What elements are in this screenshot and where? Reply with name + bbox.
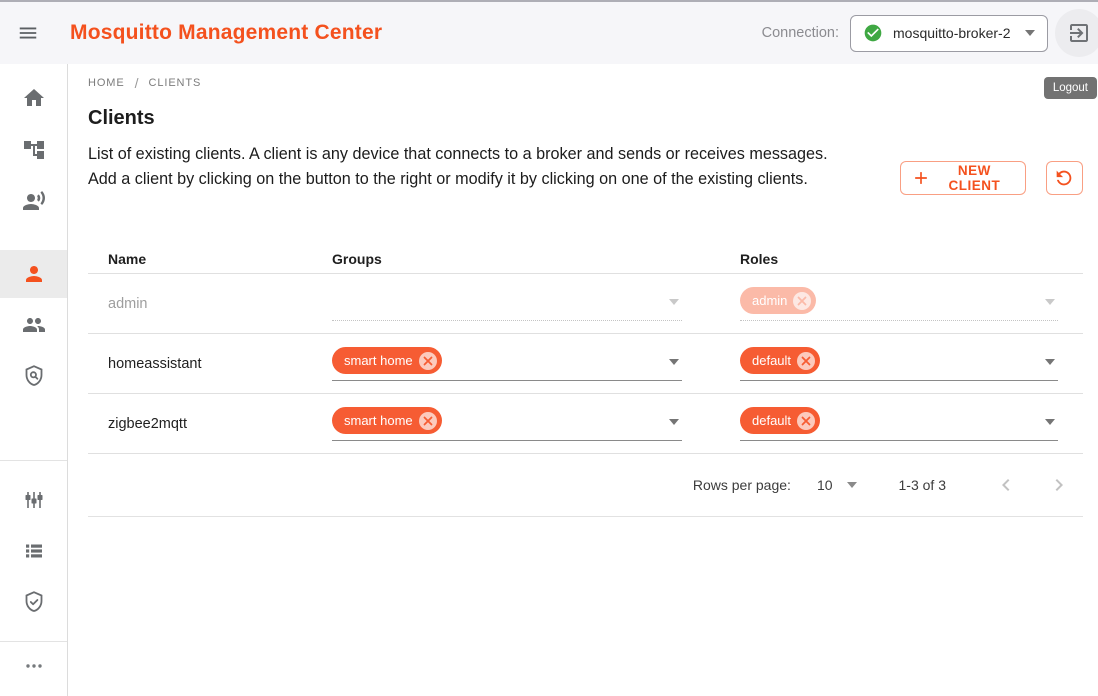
chevron-down-icon: [1045, 359, 1055, 365]
plus-icon: [911, 168, 931, 188]
home-icon: [22, 86, 46, 110]
role-chip[interactable]: default: [740, 407, 820, 434]
page-actions: NEW CLIENT: [900, 161, 1083, 195]
app-header: Mosquitto Management Center Connection: …: [0, 0, 1098, 64]
logout-icon: [1067, 21, 1091, 45]
chevron-down-icon: [669, 419, 679, 425]
menu-button[interactable]: [8, 13, 48, 53]
chevron-down-icon: [847, 482, 857, 488]
role-chip[interactable]: admin: [740, 287, 816, 314]
app-title: Mosquitto Management Center: [70, 21, 382, 45]
sidebar-item-security[interactable]: [0, 578, 67, 626]
chevron-left-icon: [994, 473, 1018, 497]
group-icon: [22, 313, 46, 337]
column-header-roles: Roles: [740, 251, 1058, 267]
group-chip[interactable]: smart home: [332, 407, 442, 434]
verified-user-icon: [22, 590, 46, 614]
refresh-icon: [1053, 167, 1075, 189]
person-icon: [22, 262, 46, 286]
chip-remove-icon[interactable]: [419, 352, 437, 370]
client-name: admin: [88, 296, 332, 312]
connected-check-icon: [863, 23, 883, 43]
page-description: List of existing clients. A client is an…: [88, 142, 836, 192]
chip-remove-icon[interactable]: [419, 412, 437, 430]
groups-select[interactable]: [332, 274, 682, 334]
sidebar-divider: [0, 641, 67, 642]
select-underline: [332, 380, 682, 381]
clients-table: Name Groups Roles admin admin homeassist…: [88, 245, 1083, 517]
sidebar-item-clients[interactable]: [0, 250, 67, 298]
column-header-groups: Groups: [332, 251, 682, 267]
logout-button[interactable]: [1055, 9, 1098, 57]
sidebar-divider: [0, 460, 67, 461]
select-underline: [740, 440, 1058, 441]
column-header-name: Name: [88, 251, 332, 267]
previous-page-button[interactable]: [992, 471, 1020, 499]
page-title: Clients: [88, 107, 155, 130]
hamburger-icon: [17, 22, 39, 44]
chevron-down-icon: [669, 299, 679, 305]
client-name: zigbee2mqtt: [88, 416, 332, 432]
refresh-button[interactable]: [1046, 161, 1083, 195]
topology-icon: [22, 138, 46, 162]
breadcrumb: HOME / CLIENTS: [88, 75, 201, 91]
record-voice-icon: [22, 189, 46, 213]
chevron-down-icon: [669, 359, 679, 365]
breadcrumb-home[interactable]: HOME: [88, 77, 125, 89]
connection-value: mosquitto-broker-2: [893, 25, 1025, 41]
select-underline: [740, 320, 1058, 321]
groups-select[interactable]: smart home: [332, 394, 682, 454]
client-name: homeassistant: [88, 356, 332, 372]
chevron-right-icon: [1047, 473, 1071, 497]
table-row[interactable]: admin admin: [88, 274, 1083, 334]
sidebar-item-logs[interactable]: [0, 527, 67, 575]
pagination-range: 1-3 of 3: [899, 477, 946, 493]
connection-label: Connection:: [762, 25, 839, 41]
next-page-button[interactable]: [1045, 471, 1073, 499]
sidebar-item-more[interactable]: [0, 644, 67, 688]
select-underline: [332, 440, 682, 441]
policy-icon: [22, 364, 46, 388]
groups-select[interactable]: smart home: [332, 334, 682, 394]
chip-remove-icon[interactable]: [797, 352, 815, 370]
chevron-down-icon: [1045, 299, 1055, 305]
chevron-down-icon: [1025, 30, 1035, 36]
chip-remove-icon[interactable]: [793, 292, 811, 310]
roles-select[interactable]: default: [740, 394, 1058, 454]
select-underline: [332, 320, 682, 321]
new-client-button[interactable]: NEW CLIENT: [900, 161, 1026, 195]
list-icon: [22, 539, 46, 563]
sidebar-item-settings[interactable]: [0, 476, 67, 524]
rows-per-page-label: Rows per page:: [693, 477, 791, 493]
select-underline: [740, 380, 1058, 381]
logout-tooltip: Logout: [1044, 77, 1097, 99]
sidebar-item-roles[interactable]: [0, 352, 67, 400]
table-header-row: Name Groups Roles: [88, 245, 1083, 274]
tune-icon: [22, 488, 46, 512]
sidebar-item-inspect[interactable]: [0, 177, 67, 225]
role-chip[interactable]: default: [740, 347, 820, 374]
rows-per-page-select[interactable]: 10: [817, 477, 857, 493]
table-row[interactable]: zigbee2mqtt smart home default: [88, 394, 1083, 454]
roles-select[interactable]: admin: [740, 274, 1058, 334]
table-pagination: Rows per page: 10 1-3 of 3: [88, 454, 1083, 517]
roles-select[interactable]: default: [740, 334, 1058, 394]
breadcrumb-current: CLIENTS: [149, 77, 202, 89]
breadcrumb-separator: /: [135, 75, 139, 91]
sidebar-item-groups[interactable]: [0, 301, 67, 349]
group-chip[interactable]: smart home: [332, 347, 442, 374]
table-row[interactable]: homeassistant smart home default: [88, 334, 1083, 394]
sidebar-item-home[interactable]: [0, 74, 67, 122]
chip-remove-icon[interactable]: [797, 412, 815, 430]
more-horiz-icon: [22, 654, 46, 678]
chevron-down-icon: [1045, 419, 1055, 425]
connection-select[interactable]: mosquitto-broker-2: [850, 15, 1048, 52]
sidebar: [0, 64, 68, 696]
sidebar-item-topology[interactable]: [0, 126, 67, 174]
